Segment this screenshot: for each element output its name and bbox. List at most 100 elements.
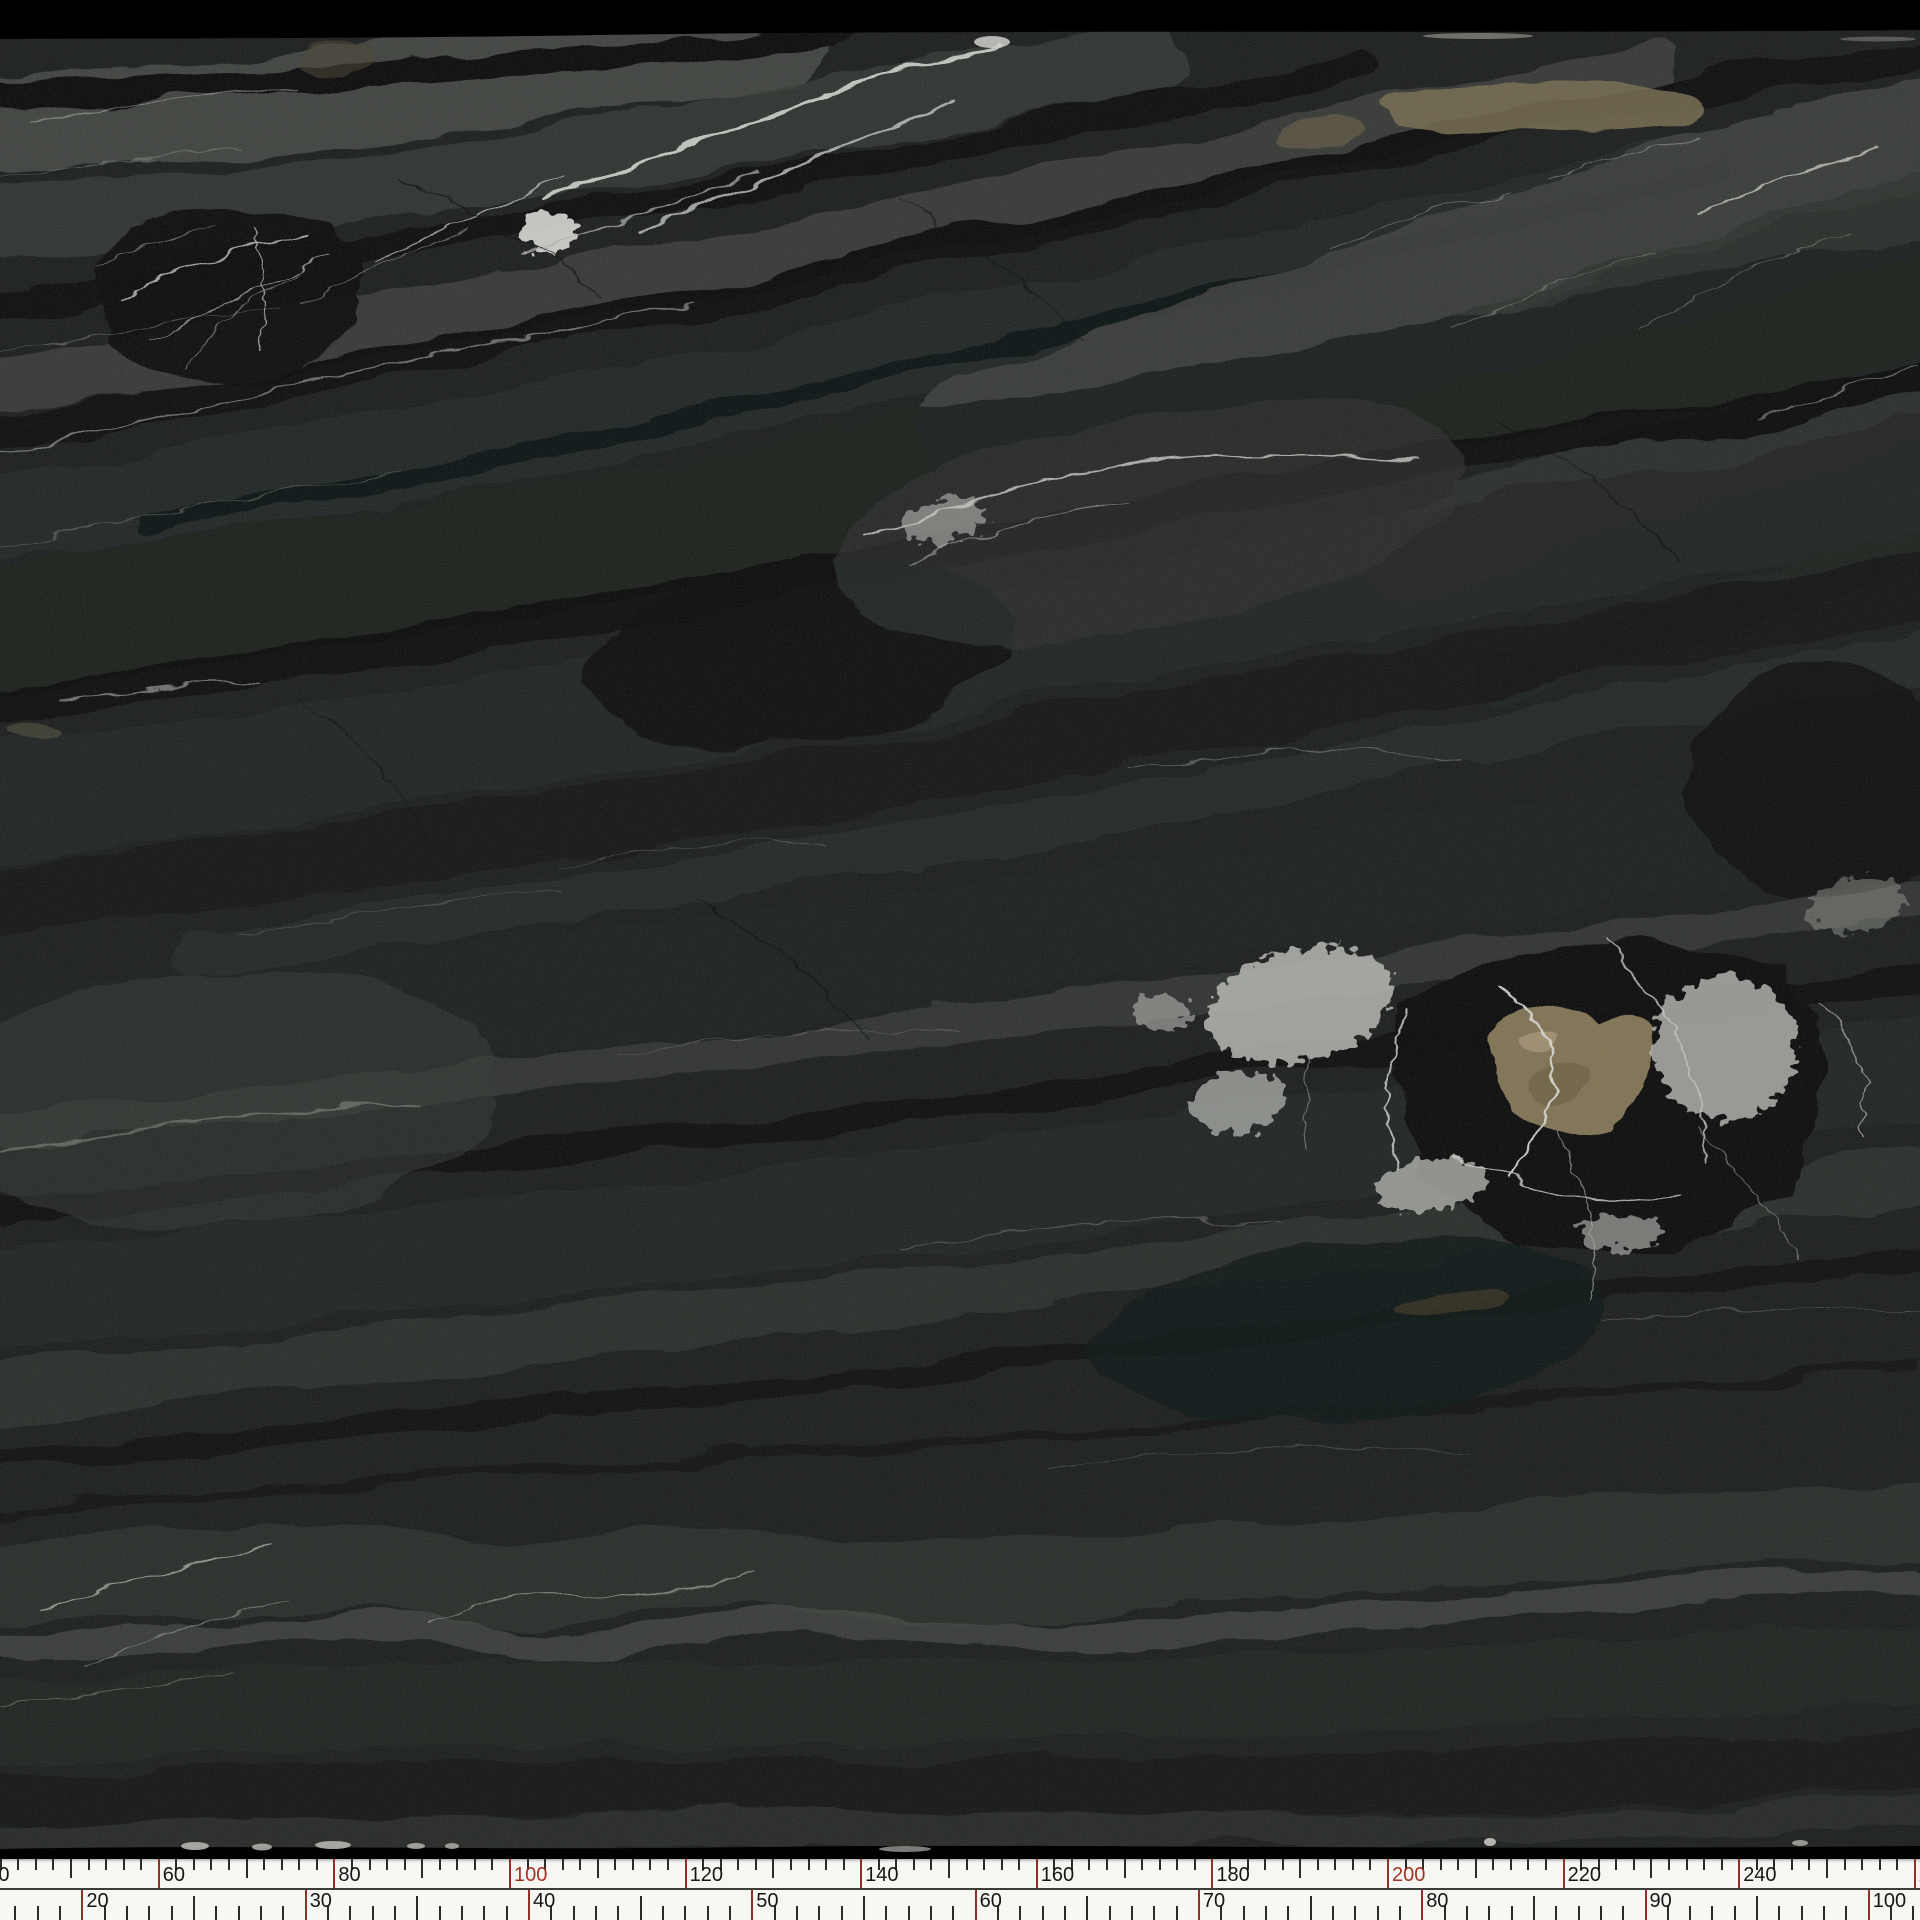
ruler-major-tick bbox=[1868, 1890, 1870, 1920]
ruler-label: 60 bbox=[980, 1891, 1002, 1912]
ruler-tick bbox=[1332, 1906, 1334, 1920]
ruler-tick bbox=[1861, 1859, 1863, 1870]
ruler-tick bbox=[948, 1859, 950, 1878]
ruler-tick bbox=[439, 1906, 441, 1920]
ruler-tick bbox=[1131, 1906, 1133, 1920]
ruler-tick bbox=[1194, 1859, 1196, 1870]
ruler-tick bbox=[662, 1906, 664, 1920]
ruler-tick bbox=[1109, 1906, 1111, 1920]
ruler-tick bbox=[369, 1859, 371, 1870]
ruler-inches: 2030405060708090100 bbox=[0, 1890, 1920, 1920]
ruler-tick bbox=[1845, 1906, 1847, 1920]
ruler-tick bbox=[1001, 1859, 1003, 1870]
ruler-tick bbox=[640, 1896, 642, 1920]
ruler-tick bbox=[394, 1906, 396, 1920]
ruler-tick bbox=[843, 1859, 845, 1870]
ruler-tick bbox=[1317, 1859, 1319, 1870]
ruler-tick bbox=[260, 1906, 262, 1920]
ruler-tick bbox=[88, 1859, 90, 1870]
ruler-tick bbox=[1176, 1906, 1178, 1920]
ruler-tick bbox=[1823, 1906, 1825, 1920]
ruler-label: 200 bbox=[1392, 1865, 1425, 1886]
ruler-tick bbox=[70, 1859, 72, 1878]
ruler-tick bbox=[474, 1859, 476, 1870]
ruler-tick bbox=[1086, 1896, 1088, 1920]
ruler-label: 60 bbox=[163, 1865, 185, 1886]
ruler-major-tick bbox=[158, 1859, 160, 1888]
ruler-major-tick bbox=[1645, 1890, 1647, 1920]
ruler-tick bbox=[386, 1859, 388, 1870]
ruler-tick bbox=[1668, 1859, 1670, 1870]
ruler-tick bbox=[573, 1906, 575, 1920]
ruler-tick bbox=[808, 1859, 810, 1870]
ruler-tick bbox=[193, 1896, 195, 1920]
ruler-tick bbox=[597, 1859, 599, 1878]
ruler-tick bbox=[1844, 1859, 1846, 1870]
ruler-tick bbox=[404, 1859, 406, 1870]
ruler-tick bbox=[1826, 1859, 1828, 1878]
ruler-tick bbox=[506, 1906, 508, 1920]
ruler-major-tick bbox=[1387, 1859, 1389, 1888]
ruler-major-tick bbox=[81, 1890, 83, 1920]
ruler-label: 100 bbox=[1873, 1891, 1906, 1912]
ruler-tick bbox=[52, 1859, 54, 1870]
ruler-tick bbox=[14, 1906, 16, 1920]
ruler-tick bbox=[1555, 1906, 1557, 1920]
ruler-tick bbox=[908, 1906, 910, 1920]
ruler-tick bbox=[1299, 1859, 1301, 1878]
ruler-tick bbox=[1159, 1859, 1161, 1870]
ruler-tick bbox=[1912, 1906, 1914, 1920]
ruler-tick bbox=[632, 1859, 634, 1870]
ruler-tick bbox=[863, 1896, 865, 1920]
ruler-tick bbox=[1734, 1906, 1736, 1920]
texture-shape bbox=[252, 1844, 272, 1851]
ruler-tick bbox=[885, 1906, 887, 1920]
ruler-tick bbox=[667, 1859, 669, 1870]
ruler-tick bbox=[456, 1859, 458, 1870]
ruler-tick bbox=[729, 1906, 731, 1920]
ruler-tick bbox=[1265, 1906, 1267, 1920]
texture-shape bbox=[1423, 33, 1533, 39]
ruler-major-tick bbox=[751, 1890, 753, 1920]
ruler-tick bbox=[1615, 1859, 1617, 1870]
ruler-label: 100 bbox=[514, 1865, 547, 1886]
ruler-major-tick bbox=[975, 1890, 977, 1920]
ruler-tick bbox=[1510, 1859, 1512, 1870]
ruler-tick bbox=[316, 1859, 318, 1870]
texture-shape bbox=[1484, 1838, 1496, 1846]
ruler-major-tick bbox=[1036, 1859, 1038, 1888]
ruler-tick bbox=[1703, 1859, 1705, 1870]
ruler-label: 80 bbox=[338, 1865, 360, 1886]
ruler-label: 30 bbox=[310, 1891, 332, 1912]
ruler-tick bbox=[1756, 1896, 1758, 1920]
ruler-major-tick bbox=[860, 1859, 862, 1888]
texture-shape bbox=[974, 36, 1010, 48]
ruler-tick bbox=[818, 1906, 820, 1920]
texture-shape bbox=[879, 1846, 931, 1852]
ruler-major-tick bbox=[305, 1890, 307, 1920]
ruler-tick bbox=[215, 1906, 217, 1920]
ruler-tick bbox=[491, 1859, 493, 1870]
ruler-tick bbox=[105, 1859, 107, 1870]
ruler-label: 180 bbox=[1216, 1865, 1249, 1886]
ruler-tick bbox=[228, 1859, 230, 1870]
ruler-tick bbox=[825, 1859, 827, 1870]
ruler-tick bbox=[1633, 1859, 1635, 1870]
ruler-tick bbox=[263, 1859, 265, 1870]
ruler-tick bbox=[1352, 1859, 1354, 1870]
ruler-label: 240 bbox=[1743, 1865, 1776, 1886]
ruler-major-tick bbox=[509, 1859, 511, 1888]
ruler-tick bbox=[1106, 1859, 1108, 1870]
ruler-major-tick bbox=[1563, 1859, 1565, 1888]
ruler-major-tick bbox=[1198, 1890, 1200, 1920]
photo-grain-overlay bbox=[0, 28, 1920, 1860]
ruler-tick bbox=[1042, 1906, 1044, 1920]
ruler-label: 120 bbox=[690, 1865, 723, 1886]
ruler-tick bbox=[707, 1906, 709, 1920]
ruler-tick bbox=[1492, 1859, 1494, 1870]
ruler-tick bbox=[1650, 1859, 1652, 1878]
ruler-tick bbox=[1721, 1859, 1723, 1870]
ruler-tick bbox=[562, 1859, 564, 1870]
ruler-major-tick bbox=[528, 1890, 530, 1920]
ruler-tick bbox=[1475, 1859, 1477, 1878]
